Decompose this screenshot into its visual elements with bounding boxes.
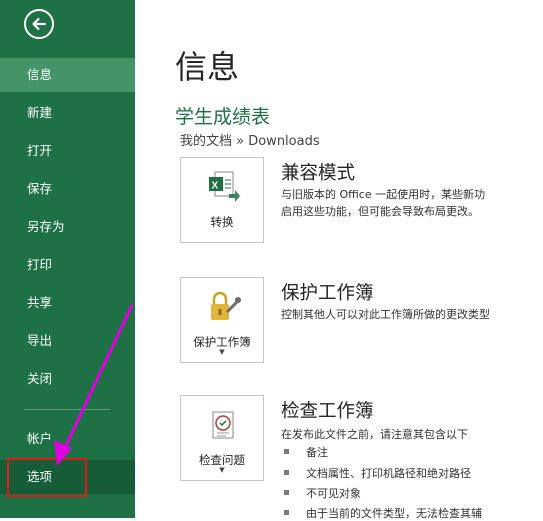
pointer-arrow-annotation xyxy=(54,304,134,466)
